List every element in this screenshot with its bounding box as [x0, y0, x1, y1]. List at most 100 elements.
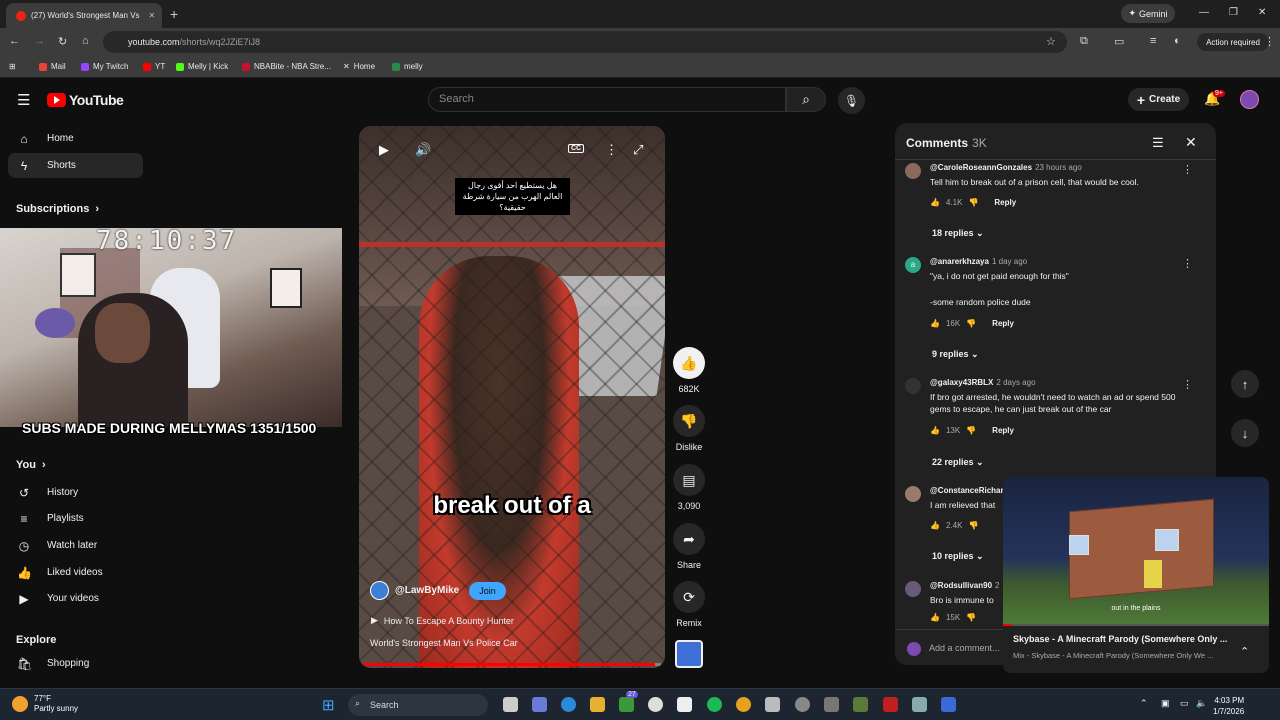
search-input[interactable]: Search	[428, 87, 786, 112]
browser-tab[interactable]: (27) World's Strongest Man Vs ✕	[6, 3, 162, 28]
miniplayer-title[interactable]: Skybase - A Minecraft Parody (Somewhere …	[1013, 634, 1227, 644]
tray-chevron-icon[interactable]: ⌃	[1140, 698, 1148, 709]
sound-thumbnail[interactable]	[675, 640, 703, 668]
dislike-button[interactable]: 👎 Dislike	[672, 405, 706, 452]
comment-author[interactable]: @galaxy43RBLX 2 days ago	[930, 378, 1036, 387]
comment-author[interactable]: @anarerkhzaya 1 day ago	[930, 257, 1027, 266]
channel-avatar[interactable]	[370, 581, 389, 600]
video-progress-bar[interactable]	[363, 663, 661, 666]
miniplayer-video[interactable]	[1003, 477, 1269, 625]
close-window-icon[interactable]: ✕	[1258, 7, 1266, 18]
bookmark-home[interactable]: ✕ Home	[343, 62, 375, 71]
extensions-icon[interactable]: ⧉	[1080, 35, 1088, 48]
file-explorer-icon[interactable]	[590, 697, 605, 712]
miniplayer-progress[interactable]	[1003, 624, 1269, 626]
back-icon[interactable]: ←	[9, 35, 20, 47]
commenter-avatar[interactable]	[905, 486, 921, 502]
gemini-button[interactable]: ✦ Gemini	[1121, 4, 1175, 23]
thumbs-up-icon[interactable]: 👍	[930, 426, 940, 435]
action-required-button[interactable]: Action required	[1197, 33, 1269, 51]
add-comment-input[interactable]: Add a comment...	[929, 643, 1000, 653]
chevron-up-icon[interactable]: ⌃	[1240, 645, 1249, 658]
new-tab-button[interactable]: +	[170, 6, 178, 22]
subscriptions-heading[interactable]: Subscriptions ›	[16, 203, 99, 215]
browser-menu-icon[interactable]: ⋮	[1264, 35, 1275, 48]
volume-icon[interactable]: 🔈	[1196, 698, 1207, 709]
account-avatar[interactable]	[1240, 90, 1259, 109]
search-button[interactable]: ⌕	[786, 87, 826, 112]
thumbs-up-icon[interactable]: 👍	[930, 198, 940, 207]
share-button[interactable]: ➦ Share	[672, 523, 706, 570]
comment-menu-icon[interactable]: ⋮	[1182, 257, 1193, 270]
previous-short-button[interactable]: ↑	[1231, 370, 1259, 398]
media-icon[interactable]: ≡	[1150, 35, 1156, 47]
comments-button[interactable]: ▤ 3,090	[672, 464, 706, 511]
comment-menu-icon[interactable]: ⋮	[1182, 378, 1193, 391]
comment-menu-icon[interactable]: ⋮	[1182, 163, 1193, 176]
voice-search-button[interactable]: 🎙	[838, 87, 865, 114]
weather-widget[interactable]: 77°F Partly sunny	[12, 694, 78, 714]
create-button[interactable]: + Create	[1128, 88, 1189, 111]
app-icon[interactable]	[765, 697, 780, 712]
minimize-icon[interactable]: —	[1199, 7, 1209, 18]
app-icon[interactable]	[853, 697, 868, 712]
replies-toggle[interactable]: 18 replies ⌄	[932, 228, 984, 239]
commenter-avatar[interactable]	[905, 163, 921, 179]
system-clock[interactable]: 4:03 PM 1/7/2026	[1213, 695, 1244, 717]
commenter-avatar[interactable]	[905, 581, 921, 597]
commenter-avatar[interactable]	[905, 378, 921, 394]
next-short-button[interactable]: ↓	[1231, 419, 1259, 447]
bookmark-twitch[interactable]: My Twitch	[81, 62, 128, 71]
edge-icon[interactable]	[561, 697, 576, 712]
replies-toggle[interactable]: 9 replies ⌄	[932, 349, 979, 360]
url-bar[interactable]: youtube.com/shorts/wq2JZiE7iJ8	[103, 31, 1067, 53]
join-button[interactable]: Join	[469, 581, 506, 600]
sidebar-item-shopping[interactable]: 🛍 Shopping	[8, 651, 143, 676]
remix-button[interactable]: ⟳ Remix	[672, 581, 706, 628]
chrome-icon[interactable]	[736, 697, 751, 712]
replies-toggle[interactable]: 10 replies ⌄	[932, 551, 984, 562]
thumbs-down-icon[interactable]: 👎	[966, 613, 976, 622]
maximize-icon[interactable]: ❐	[1229, 7, 1238, 18]
bookmark-mail[interactable]: Mail	[39, 62, 66, 71]
app-icon[interactable]	[883, 697, 898, 712]
replies-toggle[interactable]: 22 replies ⌄	[932, 457, 984, 468]
sidebar-item-liked-videos[interactable]: 👍 Liked videos	[8, 560, 143, 585]
reload-icon[interactable]: ↻	[58, 35, 67, 48]
volume-icon[interactable]: 🔊	[415, 142, 431, 158]
more-options-icon[interactable]: ⋮	[605, 142, 618, 158]
captions-button[interactable]: CC	[568, 144, 585, 153]
app-icon[interactable]	[941, 697, 956, 712]
bookmark-kick[interactable]: Melly | Kick	[176, 62, 228, 71]
xbox-icon[interactable]	[619, 697, 634, 712]
store-icon[interactable]	[677, 697, 692, 712]
commenter-avatar[interactable]: a	[905, 257, 921, 273]
thumbs-up-icon[interactable]: 👍	[930, 319, 940, 328]
shorts-video-player[interactable]: هل يستطيع احد أقوى رجال العالم الهرب من …	[359, 126, 665, 668]
windows-start-icon[interactable]: ⊞	[322, 696, 335, 714]
home-icon[interactable]: ⌂	[82, 35, 89, 47]
youtube-logo[interactable]: YouTube	[47, 92, 124, 108]
spotify-icon[interactable]	[707, 697, 722, 712]
settings-icon[interactable]	[912, 697, 927, 712]
comment-author[interactable]: @CaroleRoseannGonzales 23 hours ago	[930, 163, 1082, 172]
bookmark-melly[interactable]: melly	[392, 62, 423, 71]
tab-close-icon[interactable]: ✕	[149, 11, 156, 20]
you-heading[interactable]: You ›	[16, 459, 46, 471]
reply-button[interactable]: Reply	[992, 426, 1014, 435]
thumbs-up-icon[interactable]: 👍	[930, 613, 940, 622]
thumbs-down-icon[interactable]: 👎	[966, 319, 976, 328]
sidebar-item-shorts[interactable]: ϟ Shorts	[8, 153, 143, 178]
bookmark-star-icon[interactable]: ☆	[1046, 35, 1056, 48]
channel-name[interactable]: @LawByMike	[395, 585, 459, 596]
thumbs-down-icon[interactable]: 👎	[966, 426, 976, 435]
thumbs-down-icon[interactable]: 👎	[968, 198, 978, 207]
tray-app-icon[interactable]: ▣	[1161, 698, 1170, 709]
tab-search-icon[interactable]: ▭	[1114, 35, 1124, 48]
bookmark-yt[interactable]: YT	[143, 62, 165, 71]
thumbs-down-icon[interactable]: 👎	[968, 521, 978, 530]
miniplayer[interactable]: out in the plains Skybase - A Minecraft …	[1003, 477, 1269, 673]
app-icon[interactable]	[824, 697, 839, 712]
hamburger-menu-icon[interactable]: ☰	[17, 91, 30, 109]
apps-icon[interactable]: ⊞	[9, 62, 16, 71]
